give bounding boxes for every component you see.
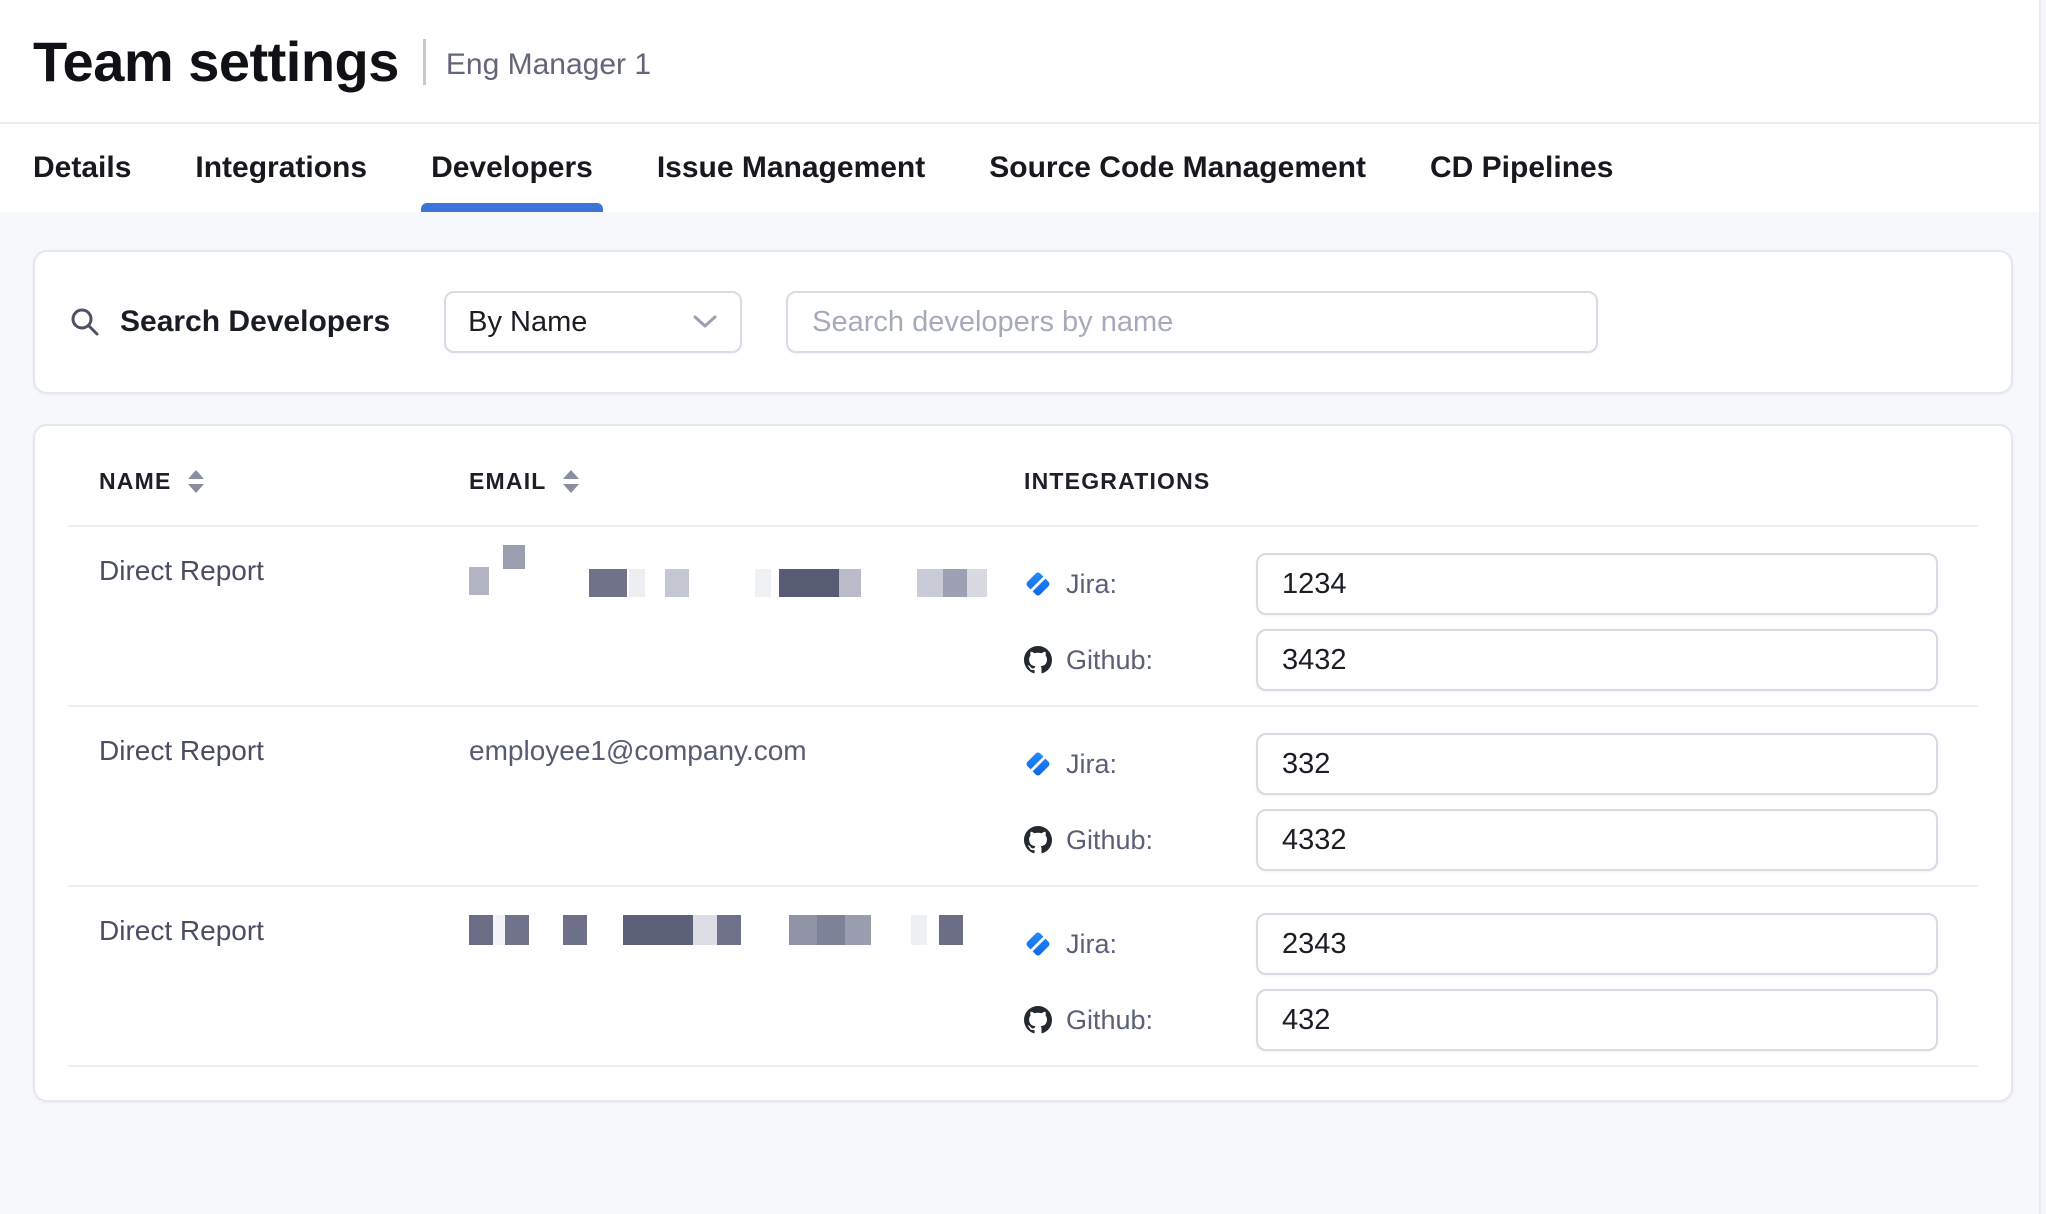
search-filter-value: By Name (468, 306, 692, 339)
developers-tab-content: Search Developers By Name NAME (0, 212, 2046, 1214)
github-icon (1024, 826, 1052, 854)
developer-email: employee1@company.com (469, 735, 807, 766)
tab-developers[interactable]: Developers (431, 124, 593, 212)
github-integration-row: Github: (1024, 809, 1938, 871)
github-id-input[interactable] (1256, 629, 1938, 691)
developer-name: Direct Report (68, 913, 438, 1065)
sort-icon[interactable] (561, 469, 581, 495)
redacted-email (469, 913, 993, 945)
search-icon (68, 305, 102, 339)
jira-integration-row: Jira: (1024, 733, 1938, 795)
search-filter-select[interactable]: By Name (444, 291, 742, 353)
scrollbar[interactable] (2039, 0, 2046, 1214)
developers-table-card: NAME EMAIL (33, 424, 2013, 1102)
tab-details[interactable]: Details (33, 124, 131, 212)
jira-label: Jira: (1066, 569, 1117, 600)
tab-cd-pipelines[interactable]: CD Pipelines (1430, 124, 1613, 212)
github-label: Github: (1066, 825, 1153, 856)
search-developers-label: Search Developers (120, 305, 390, 339)
sort-icon[interactable] (186, 469, 206, 495)
table-header-row: NAME EMAIL (68, 426, 1978, 527)
jira-id-input[interactable] (1256, 733, 1938, 795)
github-icon (1024, 1006, 1052, 1034)
github-integration-row: Github: (1024, 989, 1938, 1051)
github-icon (1024, 646, 1052, 674)
tab-source-code-management[interactable]: Source Code Management (989, 124, 1366, 212)
github-label: Github: (1066, 1005, 1153, 1036)
title-separator (423, 39, 426, 85)
table-row: Direct Report (68, 527, 1978, 707)
jira-label: Jira: (1066, 929, 1117, 960)
github-label: Github: (1066, 645, 1153, 676)
redacted-email (469, 553, 993, 583)
column-header-name[interactable]: NAME (68, 468, 438, 495)
jira-integration-row: Jira: (1024, 553, 1938, 615)
table-row: Direct Report (68, 887, 1978, 1067)
developer-name: Direct Report (68, 553, 438, 705)
jira-integration-row: Jira: (1024, 913, 1938, 975)
table-row: Direct Report employee1@company.com (68, 707, 1978, 887)
jira-label: Jira: (1066, 749, 1117, 780)
jira-id-input[interactable] (1256, 913, 1938, 975)
jira-icon (1024, 750, 1052, 778)
page-title: Team settings (33, 34, 399, 90)
jira-icon (1024, 930, 1052, 958)
team-name-subtitle: Eng Manager 1 (446, 44, 651, 80)
chevron-down-icon (692, 314, 718, 330)
team-settings-page: Team settings Eng Manager 1 Details Inte… (0, 0, 2046, 1214)
github-id-input[interactable] (1256, 989, 1938, 1051)
settings-tabbar: Details Integrations Developers Issue Ma… (0, 122, 2046, 212)
column-header-email[interactable]: EMAIL (438, 468, 993, 495)
github-id-input[interactable] (1256, 809, 1938, 871)
search-developers-card: Search Developers By Name (33, 250, 2013, 394)
github-integration-row: Github: (1024, 629, 1938, 691)
tab-integrations[interactable]: Integrations (195, 124, 367, 212)
page-header: Team settings Eng Manager 1 (0, 0, 2046, 122)
developer-name: Direct Report (68, 733, 438, 885)
column-header-integrations: INTEGRATIONS (993, 468, 1978, 495)
jira-id-input[interactable] (1256, 553, 1938, 615)
tab-issue-management[interactable]: Issue Management (657, 124, 925, 212)
search-developers-input[interactable] (786, 291, 1598, 353)
jira-icon (1024, 570, 1052, 598)
